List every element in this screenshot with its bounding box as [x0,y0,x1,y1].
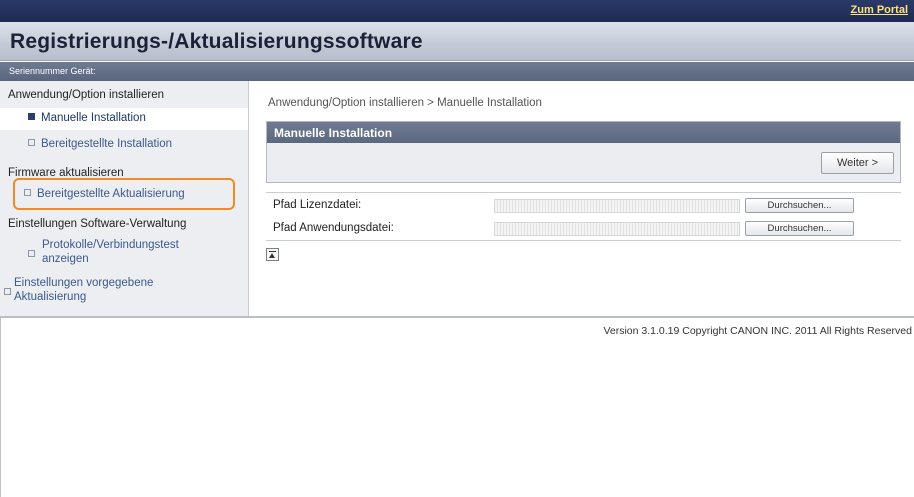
application-browse-button[interactable]: Durchsuchen... [745,221,854,236]
license-file-input[interactable] [494,199,740,213]
serial-bar: Seriennummer Gerät: [0,62,914,81]
manual-installation-panel: Manuelle Installation Weiter > [266,121,901,183]
sidebar-item-label: Protokolle/Verbindungstest [42,239,179,251]
sidebar-item-logs[interactable]: Protokolle/Verbindungstest anzeigen [28,238,228,266]
breadcrumb: Anwendung/Option installieren > Manuelle… [268,97,542,109]
bullet-icon [28,113,35,121]
sidebar-item-label: Manuelle Installation [41,112,146,124]
sidebar-section-settings: Einstellungen Software-Verwaltung [8,218,187,230]
version-text: Version 3.1.0.19 Copyright CANON INC. 20… [603,325,912,337]
application-file-input[interactable] [494,222,740,236]
divider [266,192,901,193]
application-file-label: Pfad Anwendungsdatei: [273,222,394,234]
bullet-icon [28,250,35,257]
arrow-to-top-icon[interactable] [266,248,279,261]
footer-divider [0,316,914,318]
sidebar-item-provided-installation[interactable]: Bereitgestellte Installation [28,138,172,150]
panel-title: Manuelle Installation [267,122,900,143]
sidebar-item-preset-update[interactable]: Einstellungen vorgegebene Aktualisierung [4,276,224,304]
sidebar-section-install: Anwendung/Option installieren [8,89,164,101]
top-bar: Zum Portal [0,0,914,22]
bullet-icon [4,288,11,295]
highlight-ring [13,178,235,210]
sidebar-item-label-line2: anzeigen [42,253,89,265]
sidebar-item-manual-installation[interactable]: Manuelle Installation [0,108,248,130]
serial-number-label: Seriennummer Gerät: [9,66,96,76]
page-title: Registrierungs-/Aktualisierungssoftware [10,30,423,53]
license-browse-button[interactable]: Durchsuchen... [745,198,854,213]
license-file-label: Pfad Lizenzdatei: [273,199,362,211]
portal-link[interactable]: Zum Portal [851,4,908,16]
next-button[interactable]: Weiter > [821,152,894,174]
title-bar: Registrierungs-/Aktualisierungssoftware [0,22,914,61]
bullet-icon [28,139,35,147]
frame-edge [0,318,1,497]
sidebar-item-label: Einstellungen vorgegebene [14,277,154,289]
divider [266,240,901,241]
sidebar-item-label: Bereitgestellte Installation [41,138,173,150]
sidebar-item-label-line2: Aktualisierung [14,291,87,303]
